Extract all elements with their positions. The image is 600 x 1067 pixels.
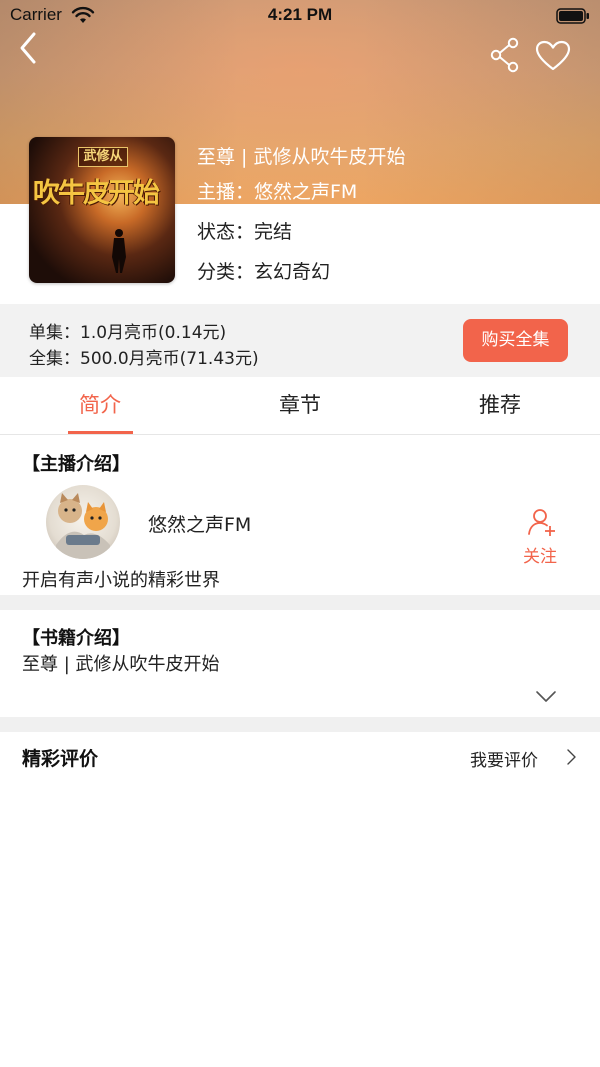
book-category: 分类：玄幻奇幻 (197, 261, 331, 283)
cover-figure (112, 229, 126, 273)
book-host: 主播：悠然之声FM (197, 181, 358, 203)
book-status: 状态：完结 (197, 221, 293, 243)
host-description: 开启有声小说的精彩世界 (22, 570, 220, 591)
chevron-left-icon[interactable] (14, 30, 44, 66)
chevron-right-icon[interactable] (565, 748, 577, 766)
book-title: 至尊 | 武修从吹牛皮开始 (197, 146, 406, 168)
section-divider (0, 717, 600, 732)
book-detail-page: Carrier 4:21 PM 武修从 吹牛皮开始 至尊 | 武修从吹牛皮开始 … (0, 0, 600, 1067)
single-episode-price: 单集：1.0月亮币(0.14元) (29, 323, 227, 343)
book-description: 至尊 | 武修从吹牛皮开始 (22, 654, 220, 675)
battery-icon (556, 8, 589, 24)
add-user-icon[interactable] (527, 507, 557, 537)
book-cover[interactable]: 武修从 吹牛皮开始 (29, 137, 175, 283)
tab-intro[interactable]: 简介 (0, 377, 200, 435)
tab-chapters[interactable]: 章节 (200, 377, 400, 435)
chevron-down-icon[interactable] (535, 688, 557, 704)
status-time: 4:21 PM (267, 5, 333, 24)
heart-icon[interactable] (535, 40, 571, 72)
share-icon[interactable] (489, 37, 521, 73)
follow-button[interactable]: 关注 (523, 542, 557, 567)
status-bar: Carrier 4:21 PM (0, 0, 600, 32)
host-section-title: 【主播介绍】 (22, 454, 130, 475)
cover-title-small: 武修从 (78, 147, 128, 167)
book-section-title: 【书籍介绍】 (22, 628, 130, 649)
active-tab-indicator (68, 431, 133, 434)
full-set-price: 全集：500.0月亮币(71.43元) (29, 349, 259, 369)
avatar[interactable] (46, 485, 120, 559)
tab-recommend[interactable]: 推荐 (400, 377, 600, 435)
buy-all-button[interactable]: 购买全集 (463, 319, 568, 362)
write-review-link[interactable]: 我要评价 (470, 746, 538, 771)
avatar-cats-image (56, 493, 110, 559)
reviews-title: 精彩评价 (22, 748, 99, 770)
section-divider (0, 595, 600, 610)
host-name: 悠然之声FM (148, 514, 252, 536)
cover-title-large: 吹牛皮开始 (33, 178, 160, 209)
tab-bar: 简介 章节 推荐 (0, 377, 600, 435)
price-strip: 单集：1.0月亮币(0.14元) 全集：500.0月亮币(71.43元) 购买全… (0, 304, 600, 377)
